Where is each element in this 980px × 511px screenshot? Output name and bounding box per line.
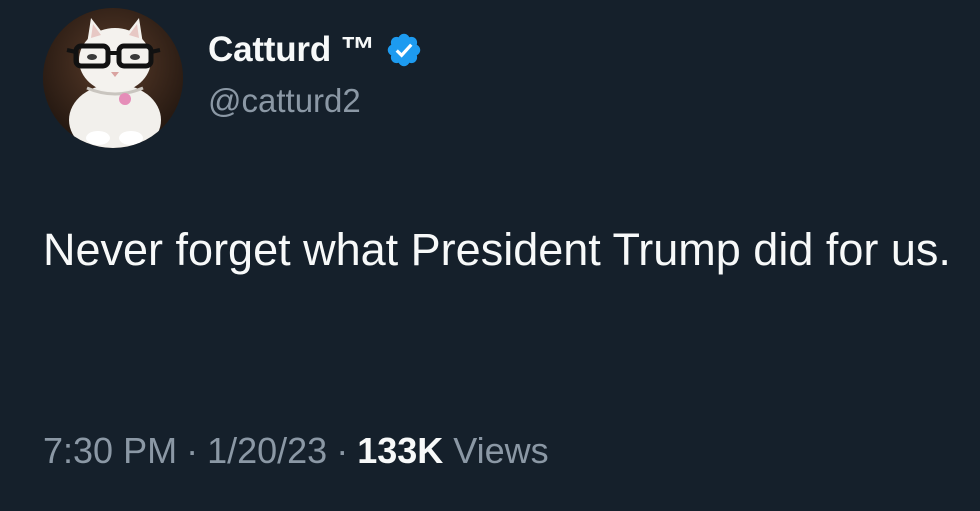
views-count: 133K	[357, 430, 444, 471]
author-handle[interactable]: @catturd2	[208, 82, 361, 120]
tweet-time[interactable]: 7:30 PM	[43, 430, 177, 471]
avatar[interactable]	[43, 8, 183, 148]
tweet-meta: 7:30 PM · 1/20/23 · 133K Views	[43, 430, 549, 472]
tweet: Catturd ™ @catturd2 Never forget what Pr…	[0, 0, 980, 511]
tweet-text: Never forget what President Trump did fo…	[43, 224, 951, 275]
verified-badge-icon	[385, 31, 423, 69]
author-name-row[interactable]: Catturd ™	[208, 28, 423, 72]
display-name[interactable]: Catturd ™	[208, 30, 376, 70]
tweet-date[interactable]: 1/20/23	[207, 430, 327, 471]
cat-avatar-image	[43, 8, 183, 148]
meta-separator: ·	[336, 430, 349, 471]
meta-separator: ·	[186, 430, 199, 471]
views-label: Views	[453, 430, 549, 471]
